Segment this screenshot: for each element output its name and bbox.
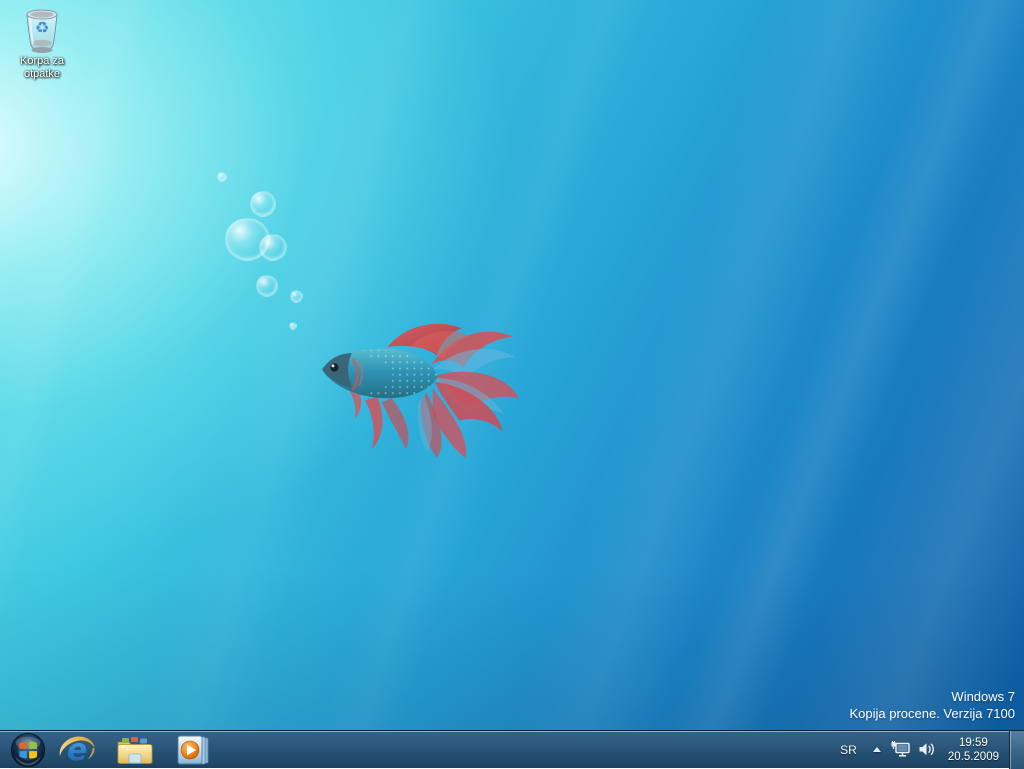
taskbar-item-windows-media-player[interactable] — [164, 731, 222, 769]
bubble — [259, 234, 287, 261]
network-icon — [890, 741, 911, 758]
windows-logo-orb-icon — [9, 731, 47, 769]
bubble — [290, 290, 303, 303]
windows-media-player-icon — [175, 732, 211, 768]
system-tray: SR 19:59 20.5.2009 — [831, 731, 1024, 769]
network-status-button[interactable] — [888, 731, 914, 769]
language-indicator[interactable]: SR — [831, 743, 866, 757]
recycle-bin-icon[interactable]: ♻ Korpa za otpatke — [6, 6, 78, 81]
show-hidden-icons-button[interactable] — [866, 731, 888, 769]
watermark-os-name: Windows 7 — [849, 688, 1015, 705]
chevron-up-icon — [873, 747, 881, 752]
betta-fish — [318, 314, 523, 462]
windows-explorer-folder-icon — [116, 733, 154, 767]
taskbar-item-windows-explorer[interactable] — [106, 731, 164, 769]
internet-explorer-icon: e — [58, 731, 96, 769]
bubble — [217, 172, 227, 182]
build-watermark: Windows 7 Kopija procene. Verzija 7100 — [849, 688, 1015, 722]
taskbar-item-internet-explorer[interactable]: e — [48, 731, 106, 769]
watermark-build-info: Kopija procene. Verzija 7100 — [849, 705, 1015, 722]
svg-text:♻: ♻ — [35, 20, 49, 37]
desktop[interactable]: ♻ Korpa za otpatke Windows 7 Kopija proc… — [0, 0, 1024, 730]
volume-icon — [918, 742, 936, 757]
clock-time: 19:59 — [948, 736, 999, 750]
bubble — [256, 275, 278, 297]
recycle-bin-label: Korpa za otpatke — [6, 55, 78, 81]
recycle-bin-glyph: ♻ — [19, 6, 65, 54]
bubble — [250, 191, 276, 217]
clock-date: 20.5.2009 — [948, 750, 999, 764]
taskbar: e — [0, 730, 1024, 768]
bubble — [289, 322, 297, 330]
start-button[interactable] — [8, 731, 48, 769]
show-desktop-button[interactable] — [1009, 731, 1024, 769]
clock[interactable]: 19:59 20.5.2009 — [940, 736, 1009, 764]
volume-button[interactable] — [914, 731, 940, 769]
